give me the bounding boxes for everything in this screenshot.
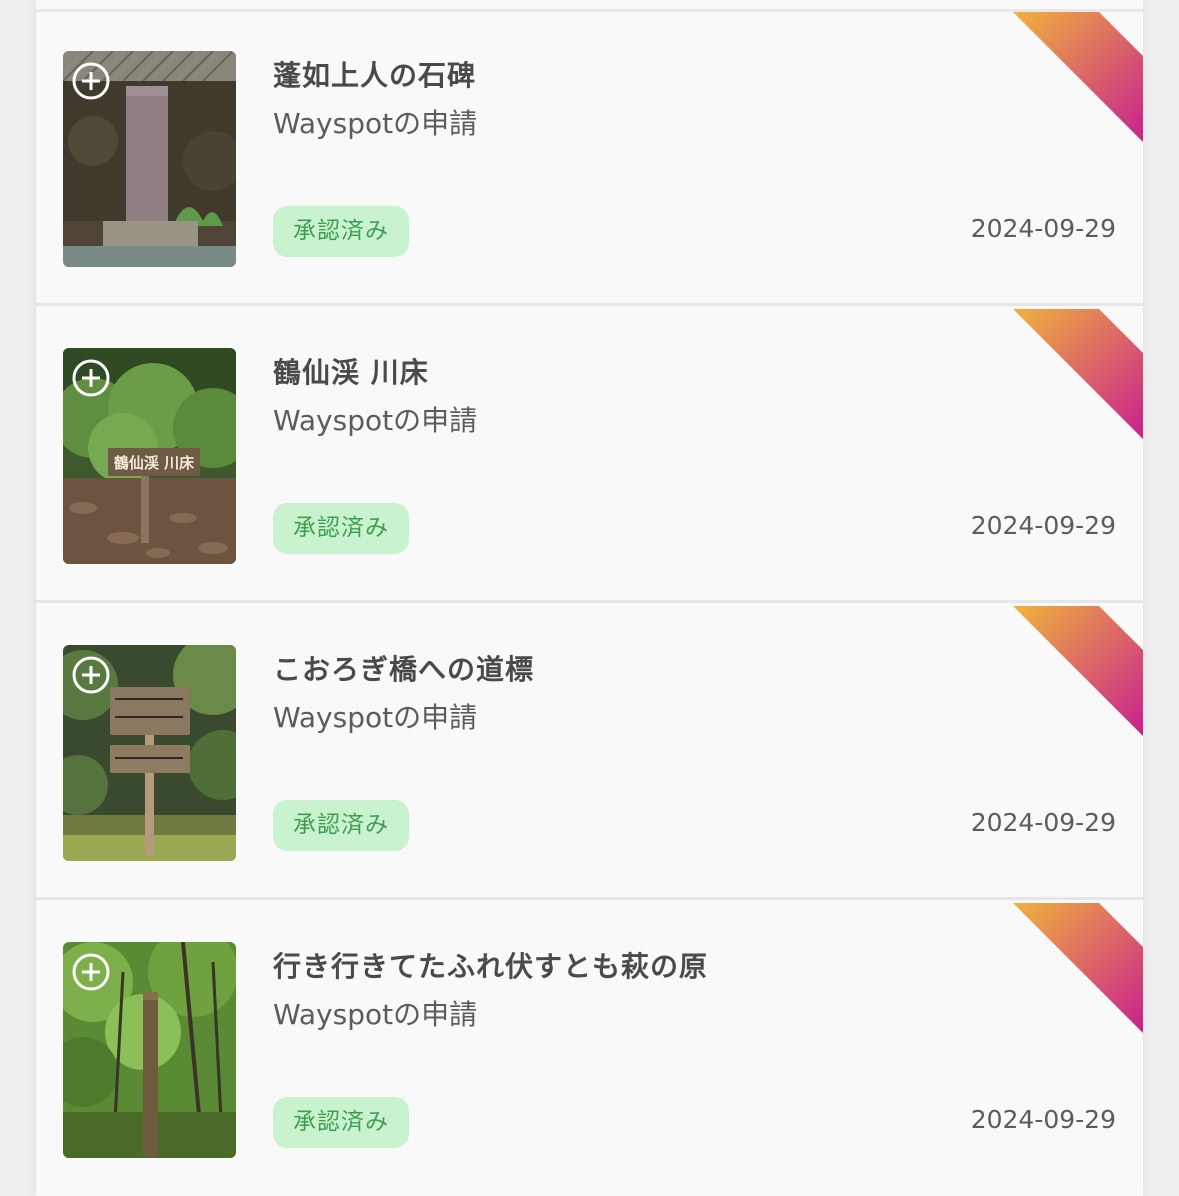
submission-thumbnail[interactable] xyxy=(63,942,236,1158)
submission-title: 行き行きてたふれ伏すとも萩の原 xyxy=(273,950,709,983)
status-badge: 承認済み xyxy=(273,800,409,851)
card-divider xyxy=(36,303,1143,306)
submission-date: 2024-09-29 xyxy=(970,511,1116,540)
corner-ribbon xyxy=(1013,606,1143,736)
submission-thumbnail[interactable] xyxy=(63,51,236,267)
submission-card[interactable]: 蓬如上人の石碑 Wayspotの申請 承認済み 2024-09-29 xyxy=(36,12,1143,306)
submission-date: 2024-09-29 xyxy=(970,214,1116,243)
submission-type: Wayspotの申請 xyxy=(273,998,478,1031)
submission-date: 2024-09-29 xyxy=(970,1105,1116,1134)
plus-circle-icon[interactable] xyxy=(71,952,111,992)
submission-type: Wayspotの申請 xyxy=(273,701,478,734)
submission-card[interactable]: こおろぎ橋への道標 Wayspotの申請 承認済み 2024-09-29 xyxy=(36,606,1143,900)
corner-ribbon xyxy=(1013,309,1143,439)
submission-card[interactable]: 行き行きてたふれ伏すとも萩の原 Wayspotの申請 承認済み 2024-09-… xyxy=(36,903,1143,1196)
card-divider xyxy=(36,897,1143,900)
corner-ribbon xyxy=(1013,903,1143,1033)
submission-title: 鶴仙渓 川床 xyxy=(273,356,429,389)
submission-thumbnail[interactable] xyxy=(63,645,236,861)
submission-title: 蓬如上人の石碑 xyxy=(273,59,477,92)
status-badge: 承認済み xyxy=(273,1097,409,1148)
submission-thumbnail[interactable]: 鶴仙渓 川床 xyxy=(63,348,236,564)
status-badge: 承認済み xyxy=(273,503,409,554)
submission-card[interactable]: 鶴仙渓 川床 鶴仙渓 川床 Wayspotの申請 承認済み 2024-09-29 xyxy=(36,309,1143,603)
corner-ribbon xyxy=(1013,12,1143,142)
card-divider xyxy=(36,600,1143,603)
submission-type: Wayspotの申請 xyxy=(273,107,478,140)
submission-date: 2024-09-29 xyxy=(970,808,1116,837)
submission-list: 蓬如上人の石碑 Wayspotの申請 承認済み 2024-09-29 鶴仙渓 川… xyxy=(36,0,1143,1196)
submission-title: こおろぎ橋への道標 xyxy=(273,653,535,686)
status-badge: 承認済み xyxy=(273,206,409,257)
submission-type: Wayspotの申請 xyxy=(273,404,478,437)
sign-text: 鶴仙渓 川床 xyxy=(114,454,195,472)
plus-circle-icon[interactable] xyxy=(71,655,111,695)
plus-circle-icon[interactable] xyxy=(71,61,111,101)
plus-circle-icon[interactable] xyxy=(71,358,111,398)
